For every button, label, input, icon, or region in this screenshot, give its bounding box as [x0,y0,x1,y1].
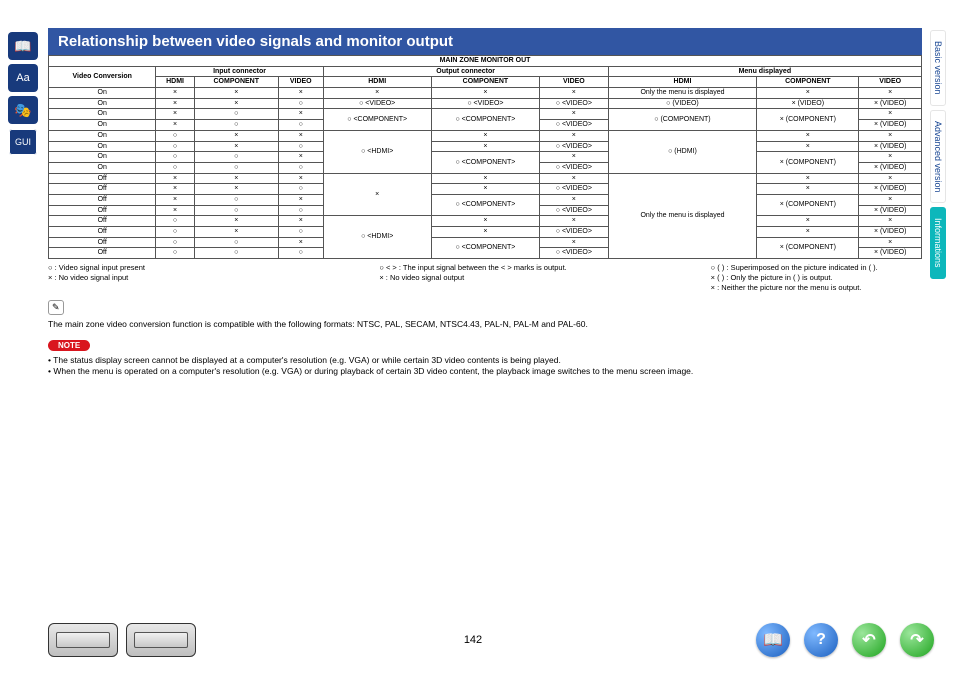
page-content: Relationship between video signals and m… [48,28,922,377]
table-row: On×○×○ <COMPONENT>○ <COMPONENT>×○ (COMPO… [49,109,922,120]
left-nav-rail: 📖 Aa 🎭 GUI [8,32,38,160]
remote-button-2[interactable] [126,623,196,657]
table-top-header: MAIN ZONE MONITOR OUT [49,56,922,67]
book-nav-icon[interactable]: 📖 [756,623,790,657]
col-output: Output connector [323,66,608,77]
signal-table: MAIN ZONE MONITOR OUT Video Conversion I… [48,55,922,259]
col-videoconversion: Video Conversion [49,66,156,87]
table-row: On××××××Only the menu is displayed×× [49,88,922,99]
tab-advanced[interactable]: Advanced version [930,110,946,204]
next-page-icon[interactable]: ↷ [900,623,934,657]
table-row: On○××○ <HDMI>××○ (HDMI)×× [49,130,922,141]
table-row: On○○×○ <COMPONENT>×× (COMPONENT)× [49,152,922,163]
prev-page-icon[interactable]: ↶ [852,623,886,657]
legend-text: × : No video signal input [48,273,259,283]
footer-bar: 142 📖 ? ↶ ↷ [48,623,934,657]
legend-text: × ( ) : Only the picture in ( ) is outpu… [711,273,922,283]
table-row: Off×○×○ <COMPONENT>×× (COMPONENT)× [49,194,922,205]
help-icon[interactable]: ? [804,623,838,657]
side-tabs: Basic version Advanced version Informati… [930,30,950,283]
legend-text: ○ ( ) : Superimposed on the picture indi… [711,263,922,273]
remote-button-1[interactable] [48,623,118,657]
page-number: 142 [204,634,742,646]
mask-icon[interactable]: 🎭 [8,96,38,124]
table-row: On××○○ <VIDEO>○ <VIDEO>○ <VIDEO>○ (VIDEO… [49,98,922,109]
table-row: On○×○×○ <VIDEO>×× (VIDEO) [49,141,922,152]
note-line: • When the menu is operated on a compute… [48,366,922,377]
legend-text: × : Neither the picture nor the menu is … [711,283,922,293]
pencil-icon: ✎ [48,300,64,315]
table-row: Off○×○×○ <VIDEO>×× (VIDEO) [49,227,922,238]
compat-text: The main zone video conversion function … [48,319,922,330]
legend-text: × : No video signal output [379,273,590,283]
table-row: Off○○×○ <COMPONENT>×× (COMPONENT)× [49,237,922,248]
tab-informations[interactable]: Informations [930,207,946,279]
book-icon[interactable]: 📖 [8,32,38,60]
aa-icon[interactable]: Aa [8,64,38,92]
gui-icon[interactable]: GUI [8,128,38,156]
legend: ○ : Video signal input present × : No vi… [48,263,922,292]
notes-block: • The status display screen cannot be di… [48,355,922,377]
page-title: Relationship between video signals and m… [48,28,922,55]
legend-text: ○ < > : The input signal between the < >… [379,263,590,273]
note-line: • The status display screen cannot be di… [48,355,922,366]
legend-text: ○ : Video signal input present [48,263,259,273]
col-input: Input connector [156,66,323,77]
table-row: Off××○×○ <VIDEO>×× (VIDEO) [49,184,922,195]
note-label: NOTE [48,340,90,351]
tab-basic[interactable]: Basic version [930,30,946,106]
table-row: Off××××××Only the menu is displayed×× [49,173,922,184]
col-menu: Menu displayed [608,66,921,77]
table-row: Off○××○ <HDMI>×××× [49,216,922,227]
